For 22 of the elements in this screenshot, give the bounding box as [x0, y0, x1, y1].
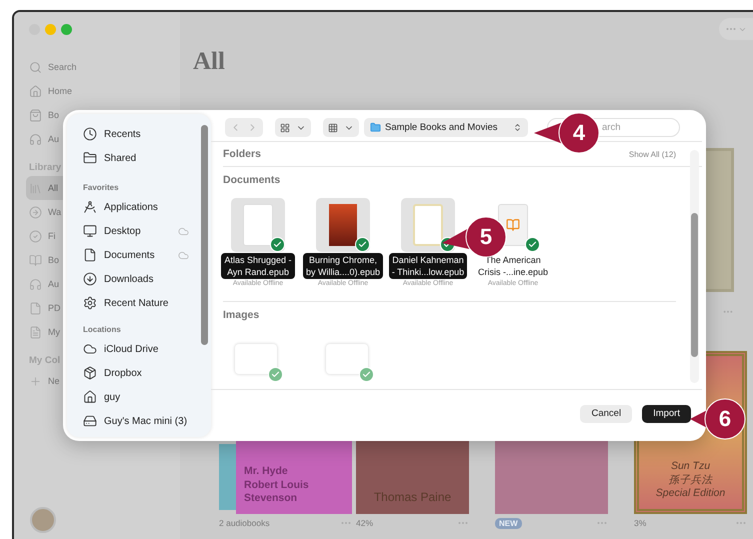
cover-text: Special Edition	[656, 487, 726, 501]
file-name: Atlas Shrugged - Ayn Rand.epub	[221, 253, 295, 279]
book-caption: 42%	[356, 518, 374, 528]
section-title: Images	[223, 308, 260, 320]
cover-text: 孫子兵法	[668, 474, 712, 488]
cover-text: Mr. Hyde	[244, 465, 289, 479]
section-title: Folders	[223, 148, 261, 160]
section-title: Documents	[223, 174, 280, 186]
step-tooltip: 6	[689, 398, 746, 440]
file-name: Daniel Kahneman - Thinki...low.epub	[388, 253, 468, 279]
new-badge: NEW	[495, 518, 522, 528]
section-heading: Favorites	[83, 182, 120, 194]
book-caption: 2 audiobooks	[219, 518, 270, 528]
step-tooltip: 4	[533, 112, 600, 154]
cover-text: Stevenson	[244, 492, 298, 506]
step-tooltip: 5	[441, 216, 507, 258]
cover-text: Robert Louis	[244, 478, 310, 492]
page-title: All	[193, 48, 225, 76]
cover-text: Sun Tzu	[670, 460, 710, 474]
book-caption: 3%	[634, 518, 646, 528]
section-heading: Locations	[83, 324, 122, 336]
file-name: Burning Chrome, by Willia....0).epub	[302, 253, 384, 279]
